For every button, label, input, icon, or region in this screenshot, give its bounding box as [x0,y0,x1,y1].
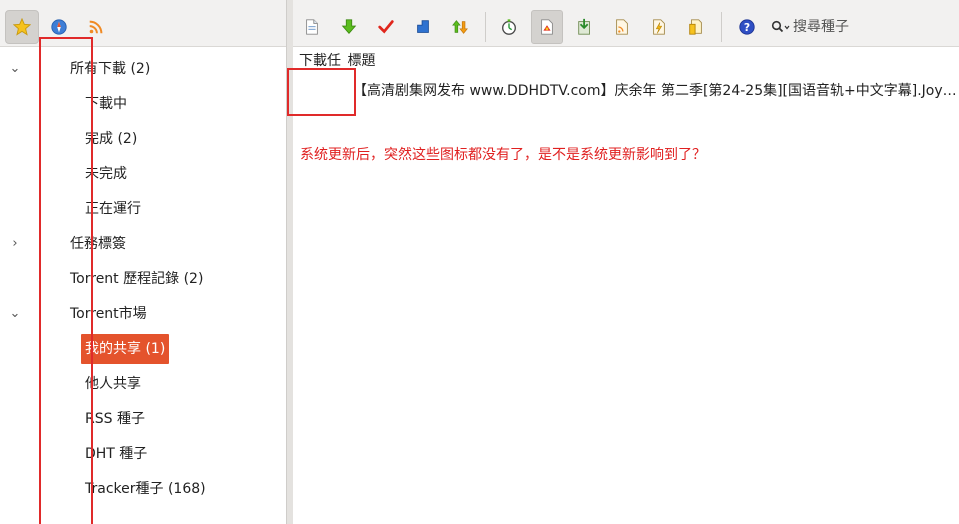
tracker-button[interactable] [680,10,712,44]
annotation-highlight-box [287,68,356,116]
compass-icon [51,19,67,35]
column-header-task[interactable]: 下載任 [299,53,341,69]
table-row[interactable]: 【高清剧集网发布 www.DDHDTV.com】庆余年 第二季[第24-25集]… [353,80,957,100]
download-button[interactable] [333,10,365,44]
seed-file-icon [541,19,553,35]
rss-feed-button[interactable] [606,10,638,44]
toolbar-separator [485,12,486,42]
rss-doc-icon [616,19,628,35]
seed-button[interactable] [531,10,563,44]
search-box[interactable] [771,12,959,42]
right-pane: ? 下載任 標題 【高清剧集网发布 www.DDHDTV.com】庆余年 第二季… [287,0,959,524]
left-pane: ⌄ 所有下載 (2) 下載中 完成 (2) 未完成 正在運行 › 任務標簽 To… [0,0,286,524]
help-icon: ? [739,19,755,35]
new-file-icon [306,19,318,35]
tree-label: DHT 種子 [85,446,148,462]
chevron-down-icon[interactable]: ⌄ [8,299,22,329]
import-button[interactable] [569,10,601,44]
import-icon [578,18,590,35]
favorites-tab[interactable] [5,10,39,44]
mark-done-button[interactable] [370,10,402,44]
toolbar-separator [721,12,722,42]
task-title: 【高清剧集网发布 www.DDHDTV.com】庆余年 第二季[第24-25集]… [353,83,957,99]
search-input[interactable] [791,19,955,35]
star-icon [13,18,31,36]
tree-label: Tracker種子 (168) [85,481,206,497]
tree-label: 正在運行 [85,201,141,217]
stop-icon [417,20,429,33]
main-toolbar: ? [293,0,959,47]
scheduler-button[interactable] [493,10,525,44]
folder-doc-icon [689,19,702,35]
stop-button[interactable] [407,10,439,44]
rss-icon [89,20,103,34]
checkmark-icon [378,20,394,34]
timer-icon [502,19,516,35]
new-task-button[interactable] [296,10,328,44]
tree-label: 我的共享 (1) [81,334,170,364]
tree-label: 他人共享 [85,376,141,392]
help-button[interactable]: ? [731,10,763,44]
column-header-title[interactable]: 標題 [347,53,375,69]
dht-button[interactable] [643,10,675,44]
annotation-highlight-box [39,37,93,524]
lightning-doc-icon [653,19,665,35]
up-down-arrows-icon [452,20,468,34]
svg-text:?: ? [744,21,750,34]
chevron-down-icon[interactable]: ⌄ [8,54,22,84]
priority-button[interactable] [444,10,476,44]
annotation-text: 系统更新后，突然这些图标都没有了，是不是系统更新影响到了？ [300,147,706,163]
chevron-right-icon[interactable]: › [8,229,22,259]
search-icon [771,20,790,33]
arrow-down-icon [341,19,357,34]
column-header-row: 下載任 標題 [299,50,375,70]
tree-label: RSS 種子 [85,411,145,427]
